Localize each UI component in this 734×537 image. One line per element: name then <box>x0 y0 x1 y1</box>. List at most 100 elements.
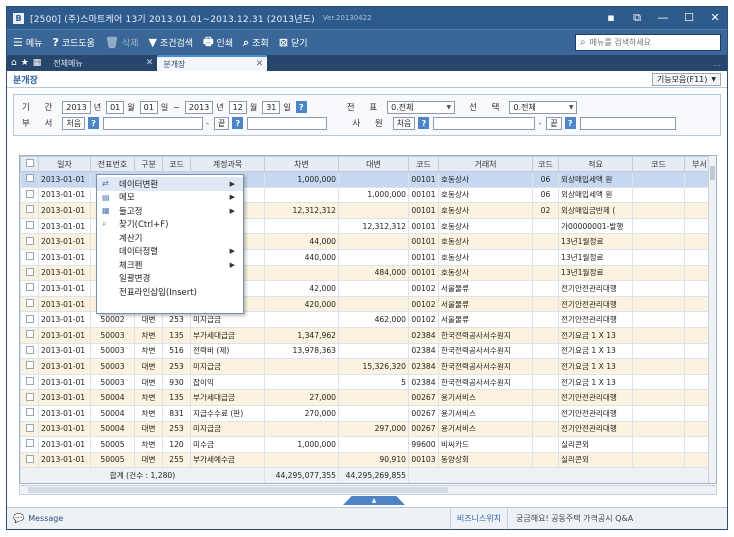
cell-account-code[interactable]: 253 <box>162 420 191 438</box>
context-menu-item[interactable]: 체크펜 ▶ <box>97 258 243 272</box>
scroll-thumb[interactable] <box>28 487 448 493</box>
cell-slip-no[interactable]: 50003 <box>90 342 135 360</box>
cell-debit[interactable]: 44,000 <box>264 233 339 250</box>
cell-partner-code[interactable]: 00267 <box>408 404 439 422</box>
cell-slip-no[interactable]: 50005 <box>90 451 135 469</box>
cell-date[interactable]: 2013-01-01 <box>38 358 91 375</box>
cell-partner-code[interactable]: 99600 <box>408 436 439 453</box>
cell-credit[interactable]: 297,000 <box>338 420 409 438</box>
cell-partner[interactable]: 서울물류 <box>438 311 533 328</box>
cell-dept-code[interactable] <box>632 202 685 219</box>
cell-memo[interactable]: 전기안전관리대행 <box>558 404 633 422</box>
cell-partner-code[interactable]: 00102 <box>408 311 439 328</box>
cell-credit[interactable] <box>338 295 409 313</box>
cell-partner[interactable]: 용기서비스 <box>438 404 533 422</box>
cell-partner-code[interactable]: 02384 <box>408 373 439 391</box>
row-checkbox[interactable] <box>20 202 39 219</box>
table-row[interactable]: 2013-01-01 50003 차변 135 부가세대급금 1,347,962 02384… <box>20 326 715 344</box>
cell-dept-code[interactable] <box>632 264 685 282</box>
col-credit[interactable]: 대변 <box>338 156 409 172</box>
cell-memo[interactable]: 가00000001-발행 <box>558 217 633 235</box>
cell-memo-code[interactable] <box>532 217 559 235</box>
menu-search-input[interactable] <box>589 38 710 47</box>
cell-dept-code[interactable] <box>632 342 685 360</box>
cell-memo[interactable]: 전기요금 1 X 13 <box>558 358 633 375</box>
horizontal-scrollbar[interactable] <box>19 485 717 495</box>
row-checkbox[interactable] <box>20 264 39 282</box>
cell-debit[interactable] <box>264 186 339 204</box>
cell-partner-code[interactable]: 00101 <box>408 233 439 250</box>
row-checkbox[interactable] <box>20 451 39 469</box>
to-year-field[interactable]: 2013 <box>184 100 214 114</box>
home-icon[interactable]: ⌂ <box>11 58 17 68</box>
emp-to-help-button[interactable]: ? <box>564 117 576 129</box>
cell-partner-code[interactable]: 00101 <box>408 264 439 282</box>
cell-memo[interactable]: 실리콘외 <box>558 451 633 469</box>
tab-overflow[interactable]: ... <box>713 55 727 71</box>
cell-debit[interactable] <box>264 217 339 235</box>
dept-from-field[interactable]: 처음 <box>62 116 86 130</box>
cell-memo[interactable]: 실리콘외 <box>558 436 633 453</box>
cell-memo-code[interactable] <box>532 389 559 406</box>
cell-dept-code[interactable] <box>632 358 685 375</box>
cell-memo[interactable]: 전기안전관리대행 <box>558 420 633 438</box>
cell-debit[interactable]: 12,312,312 <box>264 202 339 219</box>
row-checkbox[interactable] <box>20 186 39 204</box>
cell-date[interactable]: 2013-01-01 <box>38 389 91 406</box>
cell-account[interactable]: 부가세대급금 <box>190 326 265 344</box>
cell-memo-code[interactable] <box>532 420 559 438</box>
cell-memo[interactable]: 전기안전관리대행 <box>558 295 633 313</box>
cell-account[interactable]: 부가세예수금 <box>190 451 265 469</box>
context-menu-item[interactable]: ▤ 메모 ▶ <box>97 191 243 205</box>
col-account-code[interactable]: 코드 <box>162 156 191 172</box>
minimize-icon[interactable]: — <box>657 11 669 25</box>
cell-dept-code[interactable] <box>632 186 685 204</box>
cell-memo-code[interactable] <box>532 264 559 282</box>
cell-partner[interactable]: 호동상사 <box>438 264 533 282</box>
cell-dept-code[interactable] <box>632 311 685 328</box>
table-row[interactable]: 2013-01-01 50003 대변 930 잡이익 5 02384 한국전력공사서수원지 전… <box>20 373 715 391</box>
dept-to-field[interactable]: 끝 <box>213 116 230 130</box>
period-help-button[interactable]: ? <box>295 101 307 113</box>
col-slip-no[interactable]: 전표번호 <box>90 156 135 172</box>
table-row[interactable]: 2013-01-01 50004 차변 135 부가세대급금 27,000 00267 용기서… <box>20 389 715 406</box>
cell-credit[interactable] <box>338 233 409 250</box>
cell-date[interactable]: 2013-01-01 <box>38 295 91 313</box>
from-day-field[interactable]: 01 <box>139 100 158 114</box>
print-button[interactable]: 🖶 인쇄 <box>203 33 233 52</box>
cell-memo[interactable]: 13년1월정료 <box>558 233 633 250</box>
row-checkbox[interactable] <box>20 217 39 235</box>
cell-type[interactable]: 차변 <box>134 436 163 453</box>
cell-type[interactable]: 대변 <box>134 311 163 328</box>
cell-debit[interactable]: 270,000 <box>264 404 339 422</box>
tab-all-menu[interactable]: 전체메뉴 ✕ <box>47 55 157 71</box>
cell-dept-code[interactable] <box>632 233 685 250</box>
row-checkbox[interactable] <box>20 373 39 391</box>
from-month-field[interactable]: 01 <box>106 100 125 114</box>
cell-credit[interactable]: 484,000 <box>338 264 409 282</box>
cell-partner[interactable]: 호동상사 <box>438 202 533 219</box>
cell-memo-code[interactable]: 06 <box>532 186 559 204</box>
cell-date[interactable]: 2013-01-01 <box>38 233 91 250</box>
cell-partner-code[interactable]: 00102 <box>408 280 439 297</box>
cell-debit[interactable]: 1,000,000 <box>264 171 339 188</box>
cell-dept-code[interactable] <box>632 326 685 344</box>
cell-dept-code[interactable] <box>632 436 685 453</box>
close-button[interactable]: ⊠ 닫기 <box>279 36 308 49</box>
table-row[interactable]: 2013-01-01 50003 대변 253 미지급금 15,326,320 02384 한… <box>20 358 715 375</box>
cell-date[interactable]: 2013-01-01 <box>38 404 91 422</box>
cell-credit[interactable] <box>338 326 409 344</box>
restore-window-icon[interactable]: ⧉ <box>631 11 643 25</box>
cell-slip-no[interactable]: 50003 <box>90 358 135 375</box>
cell-slip-no[interactable]: 50004 <box>90 389 135 406</box>
function-menu-button[interactable]: 기능모음(F11) ▼ <box>651 72 721 86</box>
row-checkbox[interactable] <box>20 342 39 360</box>
panel-toggle-handle[interactable]: ▲ <box>343 496 405 505</box>
cell-partner[interactable]: 호동상사 <box>438 248 533 266</box>
cell-account-code[interactable]: 516 <box>162 342 191 360</box>
cell-partner-code[interactable]: 00102 <box>408 295 439 313</box>
cell-type[interactable]: 차변 <box>134 389 163 406</box>
cell-partner[interactable]: 호동상사 <box>438 217 533 235</box>
cell-debit[interactable] <box>264 451 339 469</box>
cell-memo-code[interactable] <box>532 295 559 313</box>
